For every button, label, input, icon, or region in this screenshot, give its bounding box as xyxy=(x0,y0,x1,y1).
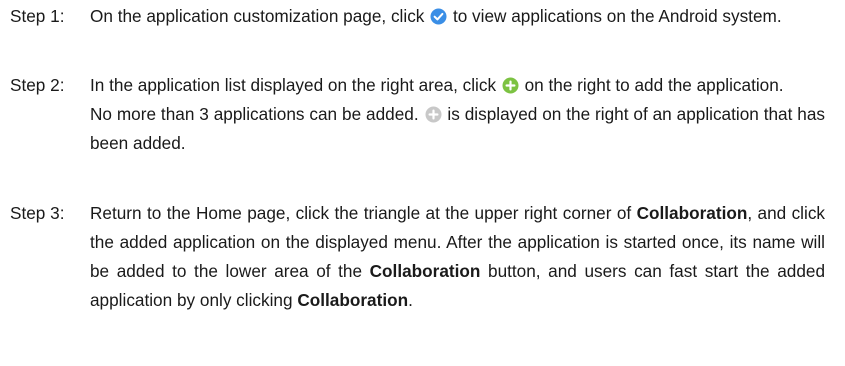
step-2-paragraph-2: No more than 3 applications can be added… xyxy=(90,100,825,158)
document: Step 1: On the application customization… xyxy=(0,0,845,366)
step-2-p1-before: In the application list displayed on the… xyxy=(90,75,497,95)
step-1: Step 1: On the application customization… xyxy=(10,2,825,31)
step-1-text-before: On the application customization page, c… xyxy=(90,6,425,26)
step-3: Step 3: Return to the Home page, click t… xyxy=(10,199,825,315)
step-3-text-4: . xyxy=(408,290,413,310)
step-3-text-1: Return to the Home page, click the trian… xyxy=(90,203,632,223)
step-3-text: Return to the Home page, click the trian… xyxy=(90,199,825,315)
step-3-body: Return to the Home page, click the trian… xyxy=(90,199,825,315)
collaboration-term-3: Collaboration xyxy=(297,290,409,310)
collaboration-term-2: Collaboration xyxy=(369,261,481,281)
step-1-label: Step 1: xyxy=(10,6,65,26)
step-2-p1-after: on the right to add the application. xyxy=(524,75,784,95)
step-1-body: On the application customization page, c… xyxy=(90,2,825,31)
added-circle-icon xyxy=(425,106,442,123)
step-3-label: Step 3: xyxy=(10,203,65,223)
step-2-label: Step 2: xyxy=(10,75,65,95)
step-2-paragraph-1: In the application list displayed on the… xyxy=(90,71,825,100)
step-1-text: On the application customization page, c… xyxy=(90,2,825,31)
step-2: Step 2: In the application list displaye… xyxy=(10,71,825,158)
check-circle-icon xyxy=(430,8,447,25)
step-2-p2-before: No more than 3 applications can be added… xyxy=(90,104,419,124)
step-1-text-after: to view applications on the Android syst… xyxy=(452,6,782,26)
collaboration-term-1: Collaboration xyxy=(636,203,748,223)
add-circle-icon xyxy=(502,77,519,94)
step-2-body: In the application list displayed on the… xyxy=(90,71,825,158)
